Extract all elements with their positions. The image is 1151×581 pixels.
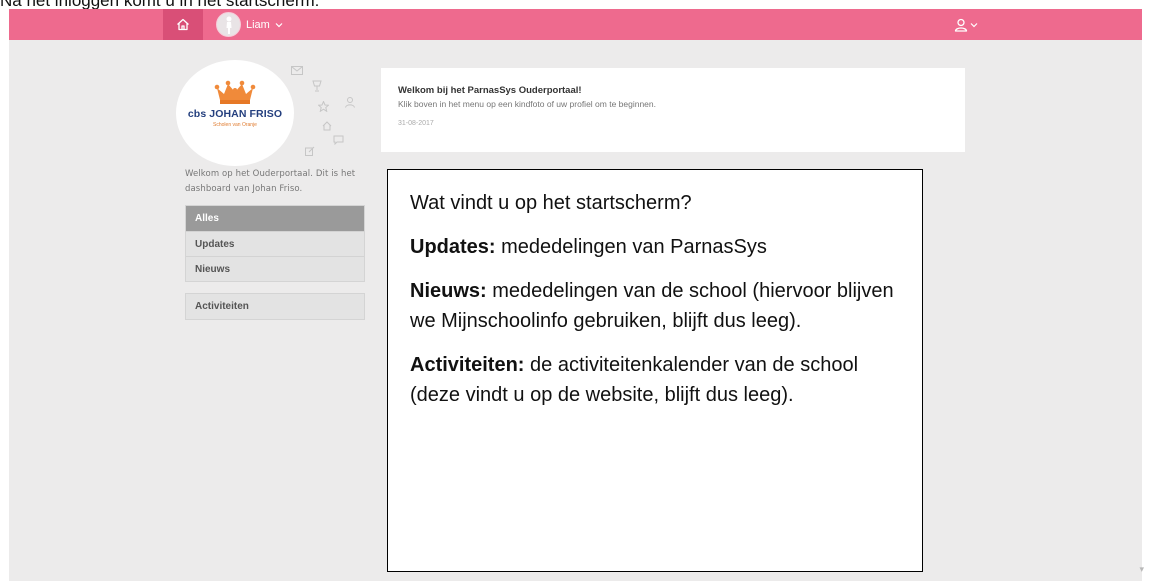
chevron-down-icon [275, 22, 283, 27]
explanation-box: Wat vindt u op het startscherm? Updates:… [387, 169, 923, 572]
edit-icon [305, 146, 315, 156]
profile-menu-button[interactable] [954, 15, 978, 35]
welcome-message-card[interactable]: Welkom bij het ParnasSys Ouderportaal! K… [381, 68, 965, 152]
explanation-nieuws: Nieuws: mededelingen van de school (hier… [410, 276, 902, 336]
message-title: Welkom bij het ParnasSys Ouderportaal! [398, 85, 582, 96]
star-icon [318, 101, 329, 112]
scroll-down-arrow[interactable]: ▾ [1139, 564, 1144, 575]
filter-nieuws[interactable]: Nieuws [186, 256, 364, 281]
filter-updates[interactable]: Updates [186, 231, 364, 256]
top-navigation-bar: Liam [9, 9, 1142, 40]
chevron-down-icon [970, 23, 978, 28]
message-body: Klik boven in het menu op een kindfoto o… [398, 99, 657, 109]
child-avatar-icon [216, 12, 241, 37]
child-name: Liam [246, 18, 270, 31]
filter-alles[interactable]: Alles [186, 206, 364, 231]
explanation-updates: Updates: mededelingen van ParnasSys [410, 232, 902, 262]
feed-filter-list: Alles Updates Nieuws [185, 205, 365, 282]
message-date: 31-08-2017 [398, 120, 434, 127]
explanation-activiteiten: Activiteiten: de activiteitenkalender va… [410, 350, 902, 410]
home-icon [177, 18, 189, 31]
dashboard-welcome-text: Welkom op het Ouderportaal. Dit is het d… [185, 169, 356, 194]
home-doodle-icon [322, 121, 332, 131]
filter-activiteiten[interactable]: Activiteiten [185, 293, 365, 320]
term-nieuws: Nieuws: [410, 280, 487, 302]
user-icon [954, 18, 968, 32]
chat-icon [333, 135, 344, 145]
term-activiteiten: Activiteiten: [410, 354, 525, 376]
person-icon [345, 97, 355, 108]
trophy-icon [312, 80, 322, 92]
term-updates: Updates: [410, 236, 496, 258]
envelope-icon [291, 66, 303, 75]
page-caption: Na het inloggen komt u in het startscher… [0, 0, 320, 10]
child-selector[interactable]: Liam [216, 11, 283, 38]
school-name: cbs JOHAN FRISO [187, 108, 283, 120]
explanation-question: Wat vindt u op het startscherm? [410, 192, 692, 214]
crown-icon [214, 80, 256, 104]
text-updates: mededelingen van ParnasSys [495, 236, 767, 258]
home-button[interactable] [163, 9, 203, 40]
school-tagline: Scholen van Oranje [213, 122, 257, 128]
school-logo: cbs JOHAN FRISO Scholen van Oranje [176, 60, 294, 166]
